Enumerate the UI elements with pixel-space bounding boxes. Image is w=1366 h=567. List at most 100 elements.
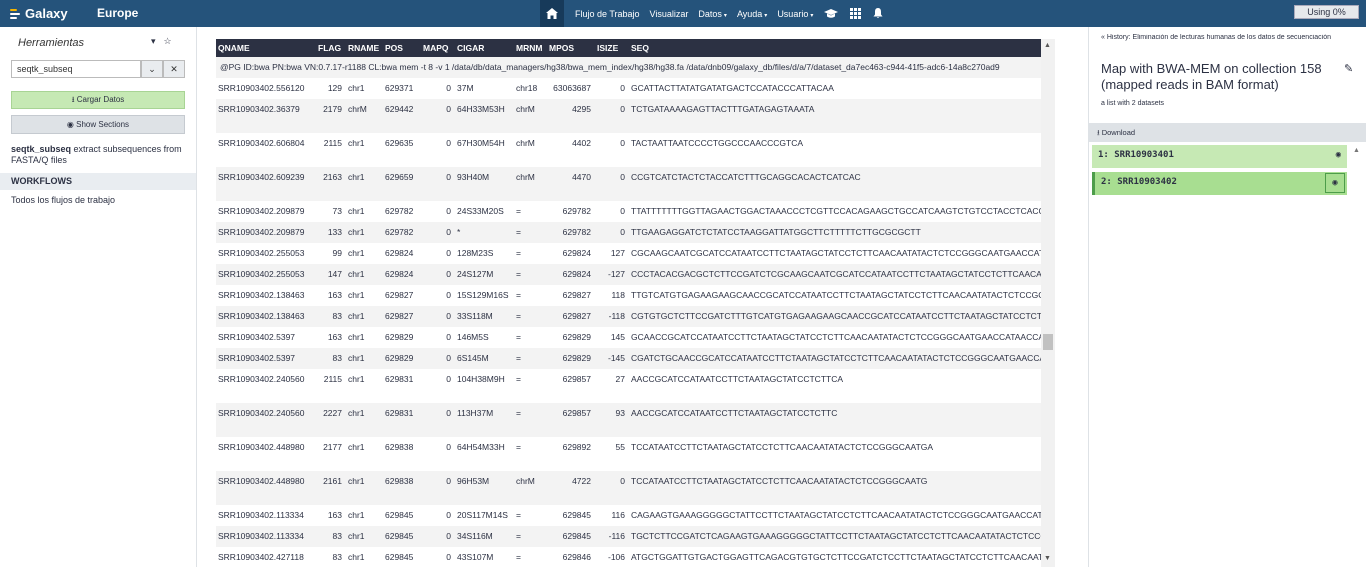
masthead: Galaxy Europe Flujo de Trabajo Visualiza… — [0, 0, 1366, 27]
sam-table-container[interactable]: QNAME FLAG RNAME POS MAPQ CIGAR MRNM MPOS ISIZE S… — [216, 39, 1041, 567]
cell-isize: -118 — [595, 306, 629, 327]
nav-visualize[interactable]: Visualizar — [650, 9, 689, 19]
cell-pos: 629831 — [383, 403, 421, 437]
cell-mapq: 0 — [421, 285, 455, 306]
cell-seq: TACTAATTAATCCCCTGGCCCAACCCGTCA — [629, 133, 1041, 167]
show-sections-button[interactable]: ◉ Show Sections — [11, 115, 185, 134]
cell-seq: CGCAAGCAATCGCATCCATAATCCTTCTAATAGCTATCCT… — [629, 243, 1041, 264]
column-header-rname: RNAME — [346, 39, 383, 57]
scroll-up-icon[interactable]: ▲ — [1044, 42, 1051, 49]
cell-rname: chr1 — [346, 471, 383, 505]
cell-seq: TCTGATAAAAGAGTTACTTTGATAGAGTAAATA — [629, 99, 1041, 133]
grid-icon[interactable] — [850, 8, 862, 19]
cell-seq: CGTGTGCTCTTCCGATCTTTGTCATGTGAGAAGAAGCAAC… — [629, 306, 1041, 327]
collection-toolbar: ⭳ Download — [1089, 123, 1366, 142]
cell-mpos: 63063687 — [547, 78, 595, 99]
cell-pos: 629824 — [383, 264, 421, 285]
cell-mapq: 0 — [421, 526, 455, 547]
cell-flag: 2115 — [316, 369, 346, 403]
column-header-mrnm: MRNM — [514, 39, 547, 57]
star-icon[interactable]: ☆ — [164, 36, 172, 47]
cell-isize: 0 — [595, 133, 629, 167]
cell-mrnm: = — [514, 327, 547, 348]
scrollbar-thumb[interactable] — [1043, 334, 1053, 350]
cell-mrnm: = — [514, 369, 547, 403]
cell-pos: 629824 — [383, 243, 421, 264]
cell-mpos: 629827 — [547, 306, 595, 327]
chevron-down-icon: ▾ — [723, 12, 727, 19]
cell-seq: TTATTTTTTTGGTTAGAACTGGACTAAACCCTCGTTCCAC… — [629, 201, 1041, 222]
cell-qname: SRR10903402.113334 — [216, 526, 316, 547]
brand-link[interactable]: Galaxy — [10, 4, 68, 22]
cell-isize: 118 — [595, 285, 629, 306]
cell-cigar: 33S118M — [455, 306, 514, 327]
tool-result-seqtk-subseq[interactable]: seqtk_subseq extract subsequences from F… — [11, 144, 191, 166]
cell-cigar: 128M23S — [455, 243, 514, 264]
table-row-header-line: @PG ID:bwa PN:bwa VN:0.7.17-r1188 CL:bwa… — [216, 57, 1041, 78]
cell-flag: 2163 — [316, 167, 346, 201]
pencil-icon[interactable]: ✎ — [1344, 62, 1353, 75]
home-button[interactable] — [540, 0, 564, 27]
cell-mapq: 0 — [421, 243, 455, 264]
vertical-scrollbar[interactable]: ▲ ▼ — [1041, 39, 1055, 567]
cell-mapq: 0 — [421, 99, 455, 133]
history-scrollbar[interactable]: ▲ — [1351, 145, 1363, 565]
cell-mapq: 0 — [421, 222, 455, 243]
cell-cigar: 24S33M20S — [455, 201, 514, 222]
cell-mpos: 629824 — [547, 243, 595, 264]
collection-subtitle: a list with 2 datasets — [1101, 100, 1165, 107]
eye-icon[interactable]: ◉ — [1336, 150, 1341, 160]
cell-flag: 99 — [316, 243, 346, 264]
caret-down-icon[interactable]: ▾ — [151, 36, 156, 47]
nav-data[interactable]: Datos ▾ — [698, 9, 727, 19]
graduation-cap-icon[interactable] — [824, 8, 839, 19]
scroll-down-icon[interactable]: ▼ — [1044, 555, 1051, 562]
cell-mrnm: = — [514, 547, 547, 567]
tool-panel: Herramientas ▾ ☆ ⌄ ✕ ⭳ Cargar Datos ◉ Sh… — [0, 27, 197, 567]
cell-pos: 629827 — [383, 285, 421, 306]
table-row: SRR10903402.209879 133 chr1 629782 0 * = 629782… — [216, 222, 1041, 243]
cell-cigar: * — [455, 222, 514, 243]
clear-search-button[interactable]: ✕ — [163, 60, 185, 78]
table-row: SRR10903402.606804 2115 chr1 629635 0 67H30M5… — [216, 133, 1041, 167]
tool-search-input[interactable] — [11, 60, 141, 78]
cell-mpos: 629782 — [547, 222, 595, 243]
cell-mrnm: = — [514, 222, 547, 243]
cell-isize: 0 — [595, 471, 629, 505]
dataset-item[interactable]: 1: SRR10903401 ◉ — [1092, 145, 1347, 168]
galaxy-logo-icon — [10, 8, 21, 19]
cell-flag: 163 — [316, 327, 346, 348]
sam-table-body: @PG ID:bwa PN:bwa VN:0.7.17-r1188 CL:bwa… — [216, 57, 1041, 567]
workflows-heading: WORKFLOWS — [0, 173, 196, 190]
cell-rname: chr1 — [346, 167, 383, 201]
all-workflows-link[interactable]: Todos los flujos de trabajo — [11, 195, 115, 205]
cell-flag: 2161 — [316, 471, 346, 505]
cell-mapq: 0 — [421, 133, 455, 167]
upload-button[interactable]: ⭳ Cargar Datos — [11, 91, 185, 109]
table-row: SRR10903402.240560 2227 chr1 629831 0 113H37M… — [216, 403, 1041, 437]
dataset-item-selected[interactable]: 2: SRR10903402 ◉ — [1092, 172, 1347, 195]
bell-icon[interactable] — [873, 8, 883, 19]
nav-workflow[interactable]: Flujo de Trabajo — [575, 9, 640, 19]
table-row: SRR10903402.427118 83 chr1 629845 0 43S107M = 6… — [216, 547, 1041, 567]
download-button[interactable]: ⭳ Download — [1097, 128, 1135, 137]
advanced-search-button[interactable]: ⌄ — [141, 60, 163, 78]
cell-isize: 145 — [595, 327, 629, 348]
table-row: SRR10903402.138463 163 chr1 629827 0 15S129M1… — [216, 285, 1041, 306]
history-breadcrumb[interactable]: « History: Eliminación de lecturas human… — [1101, 34, 1361, 41]
nav-help[interactable]: Ayuda ▾ — [737, 9, 767, 19]
cell-cigar: 64H54M33H — [455, 437, 514, 471]
eye-icon[interactable]: ◉ — [1325, 173, 1345, 193]
cell-mpos: 629845 — [547, 505, 595, 526]
table-row: SRR10903402.255053 147 chr1 629824 0 24S127M =… — [216, 264, 1041, 285]
nav-user[interactable]: Usuario ▾ — [777, 9, 813, 19]
cell-rname: chr1 — [346, 403, 383, 437]
quota-meter[interactable]: Using 0% — [1294, 5, 1359, 19]
cell-qname: SRR10903402.609239 — [216, 167, 316, 201]
double-chevron-down-icon: ⌄ — [148, 64, 156, 74]
cell-mrnm: = — [514, 243, 547, 264]
column-header-seq: SEQ — [629, 39, 1041, 57]
scroll-up-icon[interactable]: ▲ — [1353, 147, 1360, 154]
cell-pos: 629829 — [383, 348, 421, 369]
cell-cigar: 34S116M — [455, 526, 514, 547]
